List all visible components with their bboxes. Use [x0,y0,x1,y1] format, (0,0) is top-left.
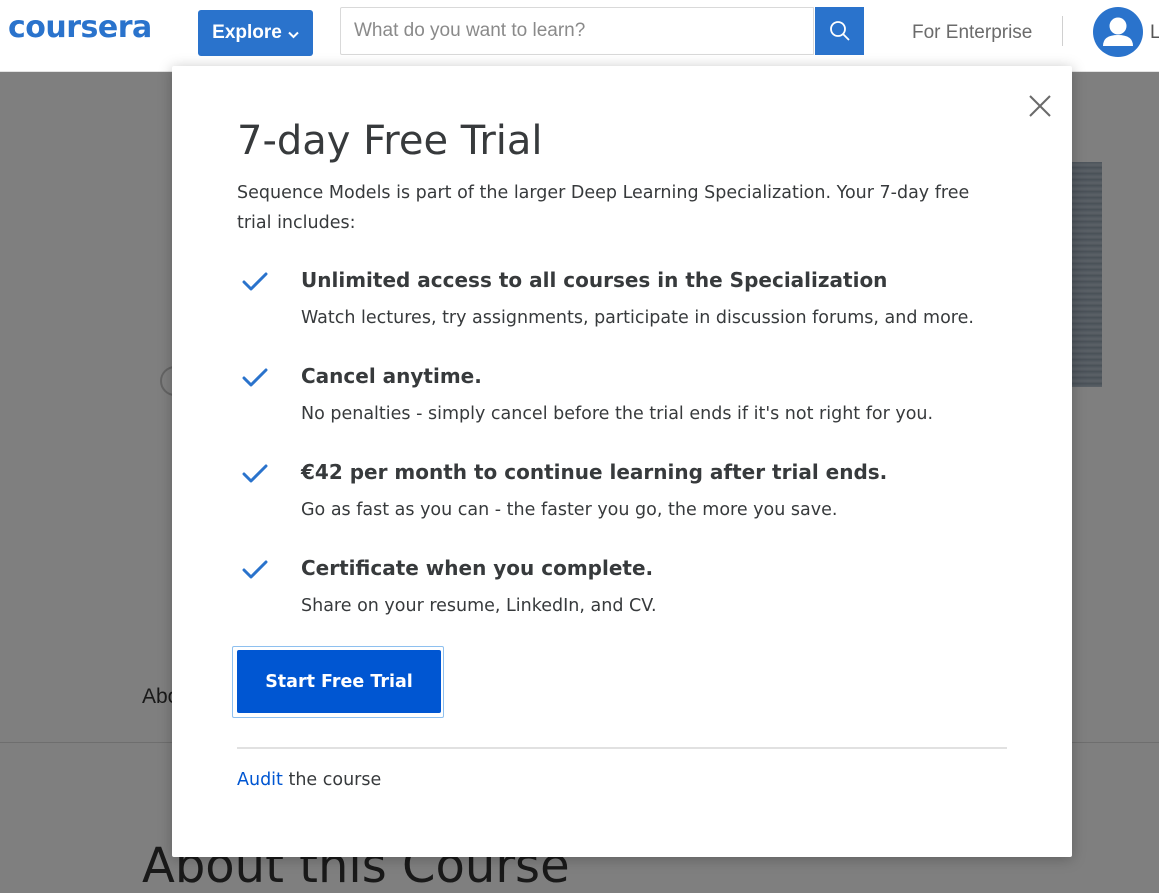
search-input[interactable] [340,7,814,55]
benefit-title: €42 per month to continue learning after… [301,460,888,484]
check-icon [242,464,268,483]
modal-title: 7-day Free Trial [237,118,543,164]
modal-intro-text: Sequence Models is part of the larger De… [237,183,970,233]
start-free-trial-button[interactable]: Start Free Trial [237,650,441,713]
check-icon [242,560,268,579]
header-divider [1062,16,1063,46]
benefit-description: Share on your resume, LinkedIn, and CV. [301,596,657,616]
explore-label: Explore [212,22,282,43]
login-link-partial[interactable]: L [1150,22,1159,44]
benefit-description: Go as fast as you can - the faster you g… [301,500,838,520]
audit-suffix-text: the course [282,770,382,790]
free-trial-modal: 7-day Free Trial Sequence Models is part… [172,66,1072,857]
check-icon [242,272,268,291]
close-icon [1029,95,1051,117]
search-button[interactable] [815,7,864,55]
benefit-description: Watch lectures, try assignments, partici… [301,308,974,328]
for-enterprise-link[interactable]: For Enterprise [912,22,1032,44]
benefit-title: Cancel anytime. [301,364,482,388]
top-navigation-bar: coursera Explore For Enterprise L [0,0,1159,72]
audit-row: Audit the course [237,770,381,790]
close-modal-button[interactable] [1024,90,1056,122]
user-avatar-icon[interactable] [1093,7,1143,57]
modal-divider [237,747,1007,749]
benefit-description: No penalties - simply cancel before the … [301,404,934,424]
benefit-title: Certificate when you complete. [301,556,654,580]
coursera-logo[interactable]: coursera [8,10,152,45]
chevron-down-icon [288,27,299,42]
audit-link[interactable]: Audit [237,770,283,790]
benefit-title: Unlimited access to all courses in the S… [301,268,888,292]
check-icon [242,368,268,387]
search-icon [829,21,850,41]
explore-button[interactable]: Explore [198,10,313,56]
